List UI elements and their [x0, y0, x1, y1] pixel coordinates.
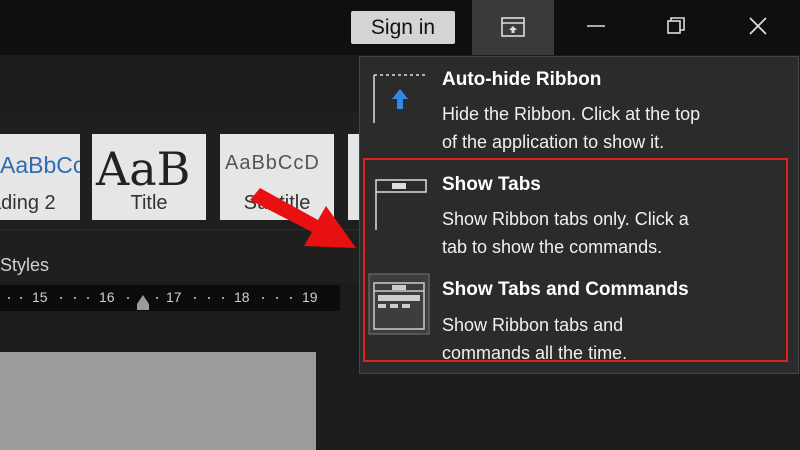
indent-marker-base[interactable] — [137, 304, 149, 310]
ruler-tick — [276, 297, 278, 299]
style-sample: AaBbCcl — [0, 152, 80, 178]
ruler-tick — [127, 297, 129, 299]
style-sample: AaB — [96, 142, 191, 196]
restore-icon — [667, 17, 685, 34]
indent-marker[interactable] — [137, 295, 149, 304]
horizontal-ruler[interactable]: 15 16 17 18 19 — [0, 285, 340, 311]
ruler-tick — [208, 297, 210, 299]
styles-group-label: Styles — [0, 255, 50, 275]
ruler-tick — [262, 297, 264, 299]
ruler-tick — [20, 297, 22, 299]
style-sample: AaBbCcD — [225, 152, 320, 174]
style-heading-2[interactable]: AaBbCcl ading 2 — [0, 134, 80, 220]
ruler-tick — [222, 297, 224, 299]
ruler-number: 18 — [234, 289, 250, 305]
restore-button[interactable] — [646, 0, 706, 55]
style-label: ading 2 — [0, 192, 56, 214]
auto-hide-ribbon-icon — [373, 74, 426, 123]
sign-in-button[interactable]: Sign in — [351, 11, 455, 44]
ruler-tick — [74, 297, 76, 299]
ribbon-display-options-button[interactable] — [472, 0, 554, 55]
close-button[interactable] — [728, 0, 788, 55]
ribbon-display-options-icon — [501, 17, 525, 37]
ruler-number: 19 — [302, 289, 318, 305]
ruler-number: 15 — [32, 289, 48, 305]
minimize-button[interactable] — [566, 0, 626, 55]
ruler-tick — [194, 297, 196, 299]
ruler-number: 16 — [99, 289, 115, 305]
ruler-tick — [290, 297, 292, 299]
ruler-tick — [60, 297, 62, 299]
minimize-icon — [587, 25, 605, 27]
document-page[interactable] — [0, 352, 316, 450]
menu-item-title: Auto-hide Ribbon — [442, 69, 602, 90]
ruler-tick — [87, 297, 89, 299]
menu-item-auto-hide-ribbon[interactable]: Auto-hide Ribbon Hide the Ribbon. Click … — [360, 57, 798, 159]
ruler-tick — [8, 297, 10, 299]
close-icon — [749, 17, 767, 35]
menu-item-description: Hide the Ribbon. Click at the top of the … — [442, 104, 701, 152]
highlight-box — [363, 158, 788, 362]
style-title[interactable]: AaB Title — [92, 134, 206, 220]
pointer-arrow-icon — [250, 188, 356, 248]
ruler-number: 17 — [166, 289, 182, 305]
style-label: Title — [130, 192, 168, 214]
ruler-tick — [156, 297, 158, 299]
